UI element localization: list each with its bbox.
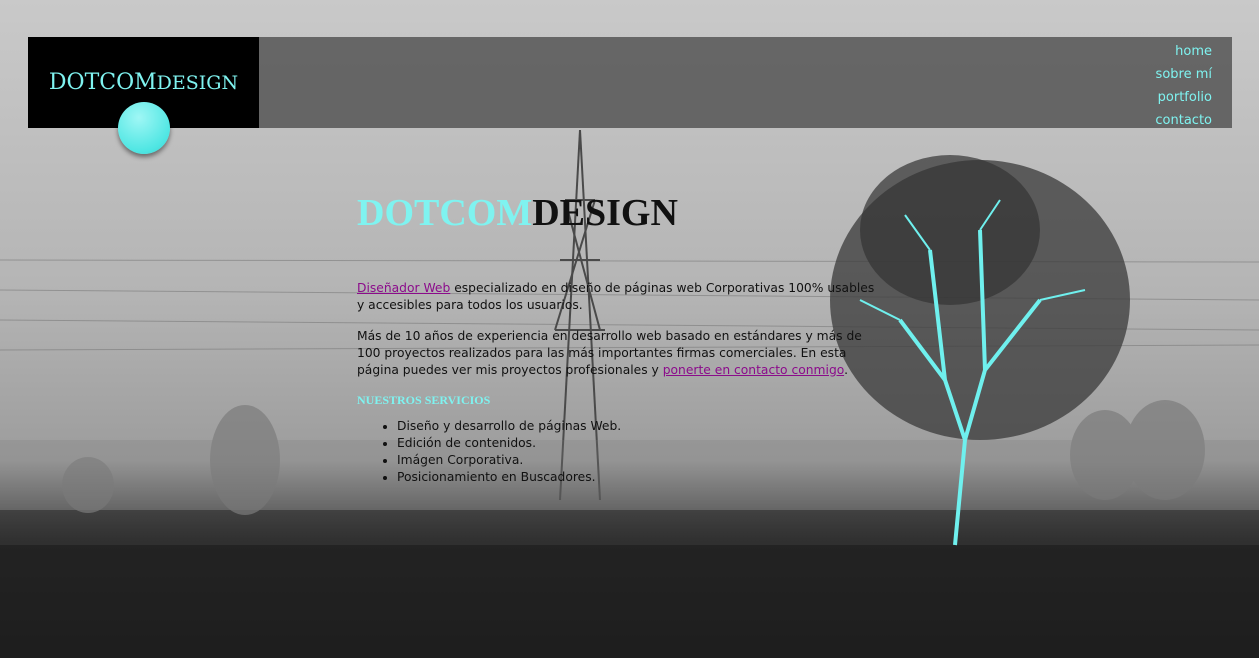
nav-sobre-mi[interactable]: sobre mí: [1155, 63, 1212, 86]
intro-paragraph: Diseñador Web especializado en diseño de…: [357, 280, 882, 314]
experience-paragraph: Más de 10 años de experiencia en desarro…: [357, 328, 882, 379]
service-item: Edición de contenidos.: [397, 435, 882, 452]
main-nav: home sobre mí portfolio contacto: [1155, 40, 1212, 132]
disenador-web-link[interactable]: Diseñador Web: [357, 281, 450, 295]
main-content: DOTCOMDESIGN Diseñador Web especializado…: [357, 190, 882, 486]
title-part2: DESIGN: [532, 192, 678, 234]
nav-home[interactable]: home: [1155, 40, 1212, 63]
service-item: Imágen Corporativa.: [397, 452, 882, 469]
service-item: Posicionamiento en Buscadores.: [397, 469, 882, 486]
title-part1: DOTCOM: [357, 192, 533, 234]
services-heading: NUESTROS SERVICIOS: [357, 393, 491, 407]
nav-portfolio[interactable]: portfolio: [1155, 86, 1212, 109]
services-list: Diseño y desarrollo de páginas Web. Edic…: [357, 418, 882, 486]
contact-link[interactable]: ponerte en contacto conmigo: [663, 363, 844, 377]
service-item: Diseño y desarrollo de páginas Web.: [397, 418, 882, 435]
logo-text-part2: DESIGN: [156, 71, 239, 94]
experience-end: .: [844, 363, 848, 377]
logo-dot-ornament: [118, 102, 170, 154]
nav-contacto[interactable]: contacto: [1155, 109, 1212, 132]
page-title: DOTCOMDESIGN: [357, 190, 882, 236]
logo-text-part1: DOTCOM: [48, 70, 157, 95]
